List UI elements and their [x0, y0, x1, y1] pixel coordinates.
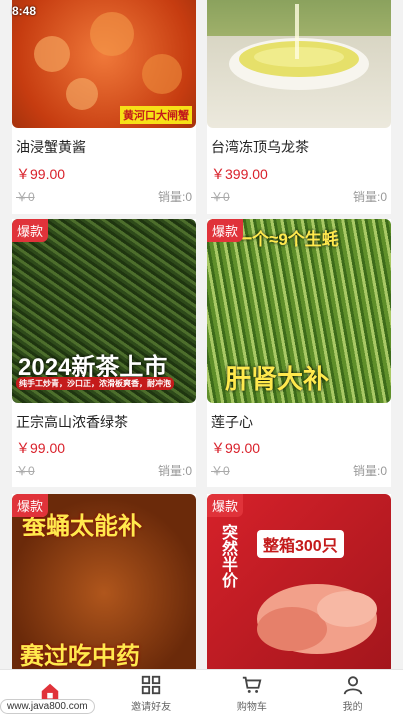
sales-count: 销量:0: [352, 190, 387, 204]
status-bar: 8:48: [0, 0, 403, 22]
sales-count: 销量:0: [352, 464, 387, 478]
sales-count: 销量:0: [157, 190, 192, 204]
product-card[interactable]: 2024新茶上市 纯手工炒青，沙口正，浓滑板爽香，耐冲泡 爆款 正宗高山浓香绿茶…: [12, 219, 196, 487]
product-card[interactable]: 台湾冻顶乌龙茶 ￥399.00 ￥0 销量:0: [207, 0, 391, 214]
image-subline: 纯手工炒青，沙口正，浓滑板爽香，耐冲泡: [16, 377, 174, 390]
product-image: 2024新茶上市 纯手工炒青，沙口正，浓滑板爽香，耐冲泡 爆款: [12, 219, 196, 403]
product-image: 整箱300只 突然半价 爆款: [207, 494, 391, 674]
product-card[interactable]: 整箱300只 突然半价 爆款: [207, 494, 391, 674]
product-card[interactable]: 蚕蛹太能补 赛过吃中药 爆款: [12, 494, 196, 674]
original-price: ￥0: [211, 464, 230, 478]
hot-badge: 爆款: [207, 219, 244, 242]
product-price: ￥99.00: [16, 440, 66, 456]
product-card[interactable]: 黄河口大闸蟹 油浸蟹黄酱 ￥99.00 ￥0 销量:0: [12, 0, 196, 214]
tab-invite[interactable]: 邀请好友: [101, 670, 202, 716]
watermark: www.java800.com: [0, 699, 95, 714]
cart-icon: [242, 676, 262, 693]
shrimp-art: [257, 584, 377, 654]
product-name: 台湾冻顶乌龙茶: [211, 139, 309, 155]
product-card[interactable]: 一个≈9个生蚝 肝肾大补 爆款 莲子心 ￥99.00 ￥0 销量:0: [207, 219, 391, 487]
image-label: 黄河口大闸蟹: [120, 106, 192, 124]
product-image: 蚕蛹太能补 赛过吃中药 爆款: [12, 494, 196, 674]
tab-cart[interactable]: 购物车: [202, 670, 303, 716]
sales-count: 销量:0: [157, 464, 192, 478]
original-price: ￥0: [16, 190, 35, 204]
tab-label: 购物车: [236, 701, 267, 713]
tab-profile[interactable]: 我的: [302, 670, 403, 716]
original-price: ￥0: [211, 190, 230, 204]
product-price: ￥99.00: [16, 166, 66, 182]
product-name: 正宗高山浓香绿茶: [16, 414, 128, 430]
product-price: ￥399.00: [211, 166, 268, 182]
image-headline: 赛过吃中药: [20, 643, 140, 670]
image-headline: 肝肾大补: [225, 364, 330, 394]
product-image: 一个≈9个生蚝 肝肾大补 爆款: [207, 219, 391, 403]
product-name: 油浸蟹黄酱: [16, 139, 86, 155]
product-name: 莲子心: [211, 414, 253, 430]
hot-badge: 爆款: [207, 494, 244, 517]
original-price: ￥0: [16, 464, 35, 478]
clock: 8:48: [12, 4, 37, 18]
image-topline: 一个≈9个生蚝: [235, 230, 339, 249]
tab-label: 邀请好友: [131, 701, 172, 713]
hot-badge: 爆款: [12, 494, 49, 517]
user-icon: [343, 675, 362, 694]
grid-icon: [141, 675, 161, 694]
hot-badge: 爆款: [12, 219, 49, 242]
product-price: ￥99.00: [211, 440, 261, 456]
tab-label: 我的: [342, 701, 363, 713]
